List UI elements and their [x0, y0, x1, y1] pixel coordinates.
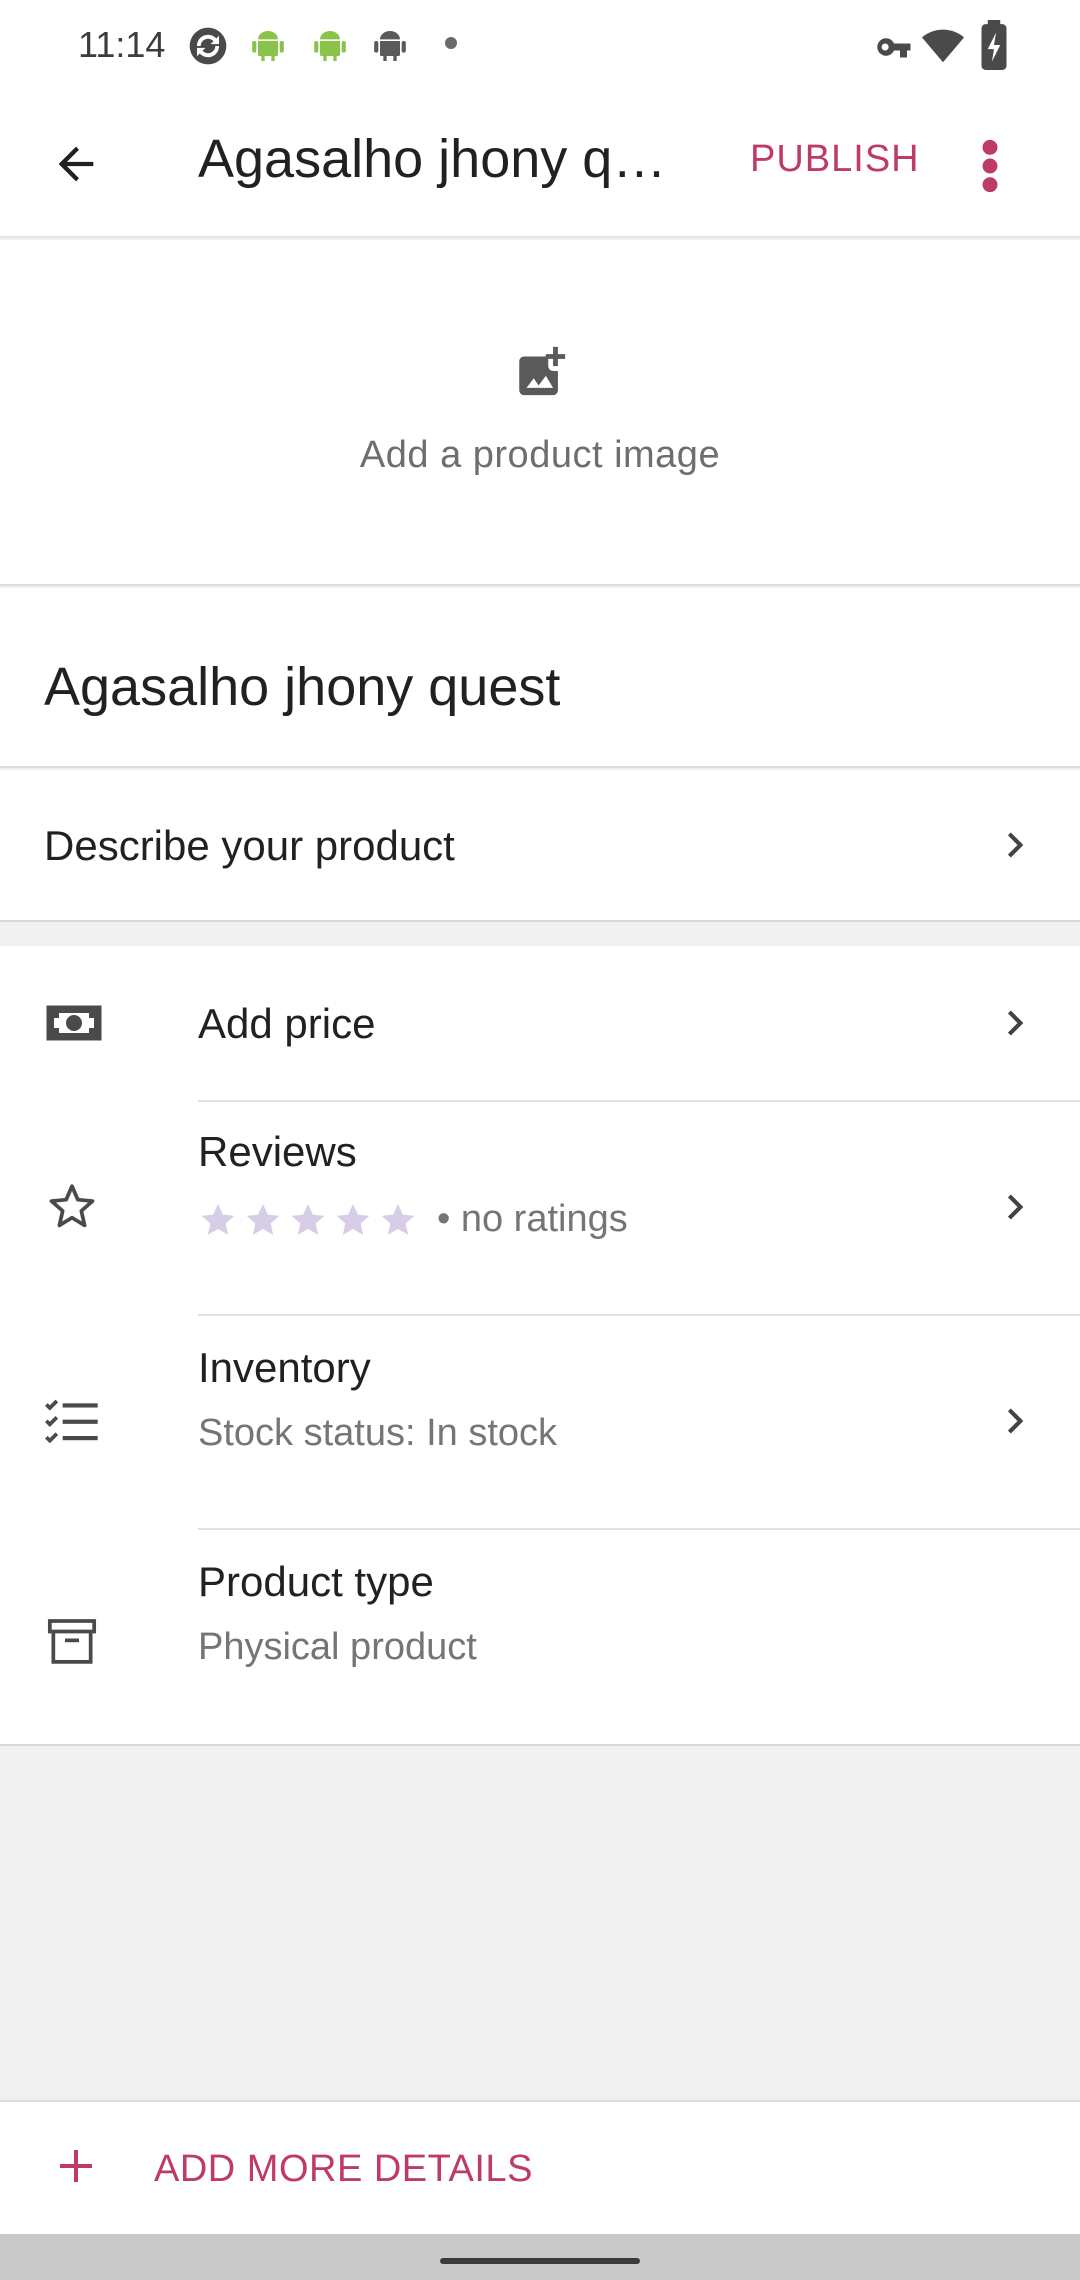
android-icon — [310, 24, 350, 73]
describe-product-label: Describe your product — [44, 822, 455, 869]
wifi-icon — [920, 22, 966, 73]
add-icon — [52, 2142, 100, 2195]
back-button[interactable] — [36, 124, 116, 204]
chevron-right-icon — [990, 1396, 1040, 1451]
inventory-row[interactable]: Inventory Stock status: In stock — [0, 1316, 1080, 1528]
more-vert-icon — [982, 139, 998, 193]
add-product-image-area[interactable]: Add a product image — [0, 240, 1080, 586]
add-price-row[interactable]: Add price — [0, 946, 1080, 1100]
add-more-details-bar[interactable]: ADD MORE DETAILS — [0, 2100, 1080, 2234]
product-name-field[interactable]: Agasalho jhony quest — [0, 588, 1080, 768]
product-name: Agasalho jhony quest — [44, 657, 561, 717]
chevron-right-icon — [990, 1182, 1040, 1237]
battery-charging-icon — [976, 20, 1012, 75]
product-details-list: Add price Reviews • no ratings Inventory… — [0, 946, 1080, 1746]
star-icon — [201, 1203, 235, 1235]
more-options-button[interactable] — [960, 126, 1020, 206]
chevron-right-icon — [990, 998, 1040, 1053]
stock-status: Stock status: In stock — [198, 1412, 558, 1454]
home-gesture-handle[interactable] — [440, 2258, 640, 2264]
add-more-details-button[interactable]: ADD MORE DETAILS — [154, 2148, 533, 2191]
reviews-row[interactable]: Reviews • no ratings — [0, 1102, 1080, 1314]
vpn-key-icon — [872, 26, 914, 73]
rating-stars: • no ratings — [198, 1198, 628, 1241]
archive-icon — [44, 1614, 100, 1675]
android-icon — [248, 24, 288, 73]
app-bar: Agasalho jhony quest PUBLISH — [0, 90, 1080, 238]
system-nav-bar — [0, 2234, 1080, 2280]
dot-icon — [444, 36, 458, 55]
product-type-row[interactable]: Product type Physical product — [0, 1530, 1080, 1744]
arrow-back-icon — [58, 146, 94, 182]
star-icon — [246, 1203, 280, 1235]
android-icon — [370, 24, 410, 73]
star-icon — [291, 1203, 325, 1235]
page-title: Agasalho jhony quest — [198, 129, 688, 189]
add-photo-icon — [512, 342, 570, 405]
add-price-label: Add price — [198, 1000, 376, 1047]
status-bar: 11:14 — [0, 0, 1080, 90]
add-image-label: Add a product image — [359, 434, 721, 476]
sync-icon — [186, 24, 230, 73]
reviews-label: Reviews — [198, 1128, 357, 1175]
inventory-label: Inventory — [198, 1344, 371, 1391]
money-icon — [44, 998, 104, 1053]
product-type-value: Physical product — [198, 1626, 477, 1668]
product-type-label: Product type — [198, 1558, 434, 1605]
star-outline-icon — [44, 1178, 100, 1239]
status-time: 11:14 — [78, 24, 166, 65]
rating-text: • no ratings — [437, 1198, 628, 1240]
publish-button[interactable]: PUBLISH — [750, 138, 920, 181]
describe-product-row[interactable]: Describe your product — [0, 770, 1080, 922]
star-icon — [381, 1203, 415, 1235]
checklist-icon — [44, 1396, 100, 1453]
star-icon — [336, 1203, 370, 1235]
chevron-right-icon — [990, 820, 1040, 875]
